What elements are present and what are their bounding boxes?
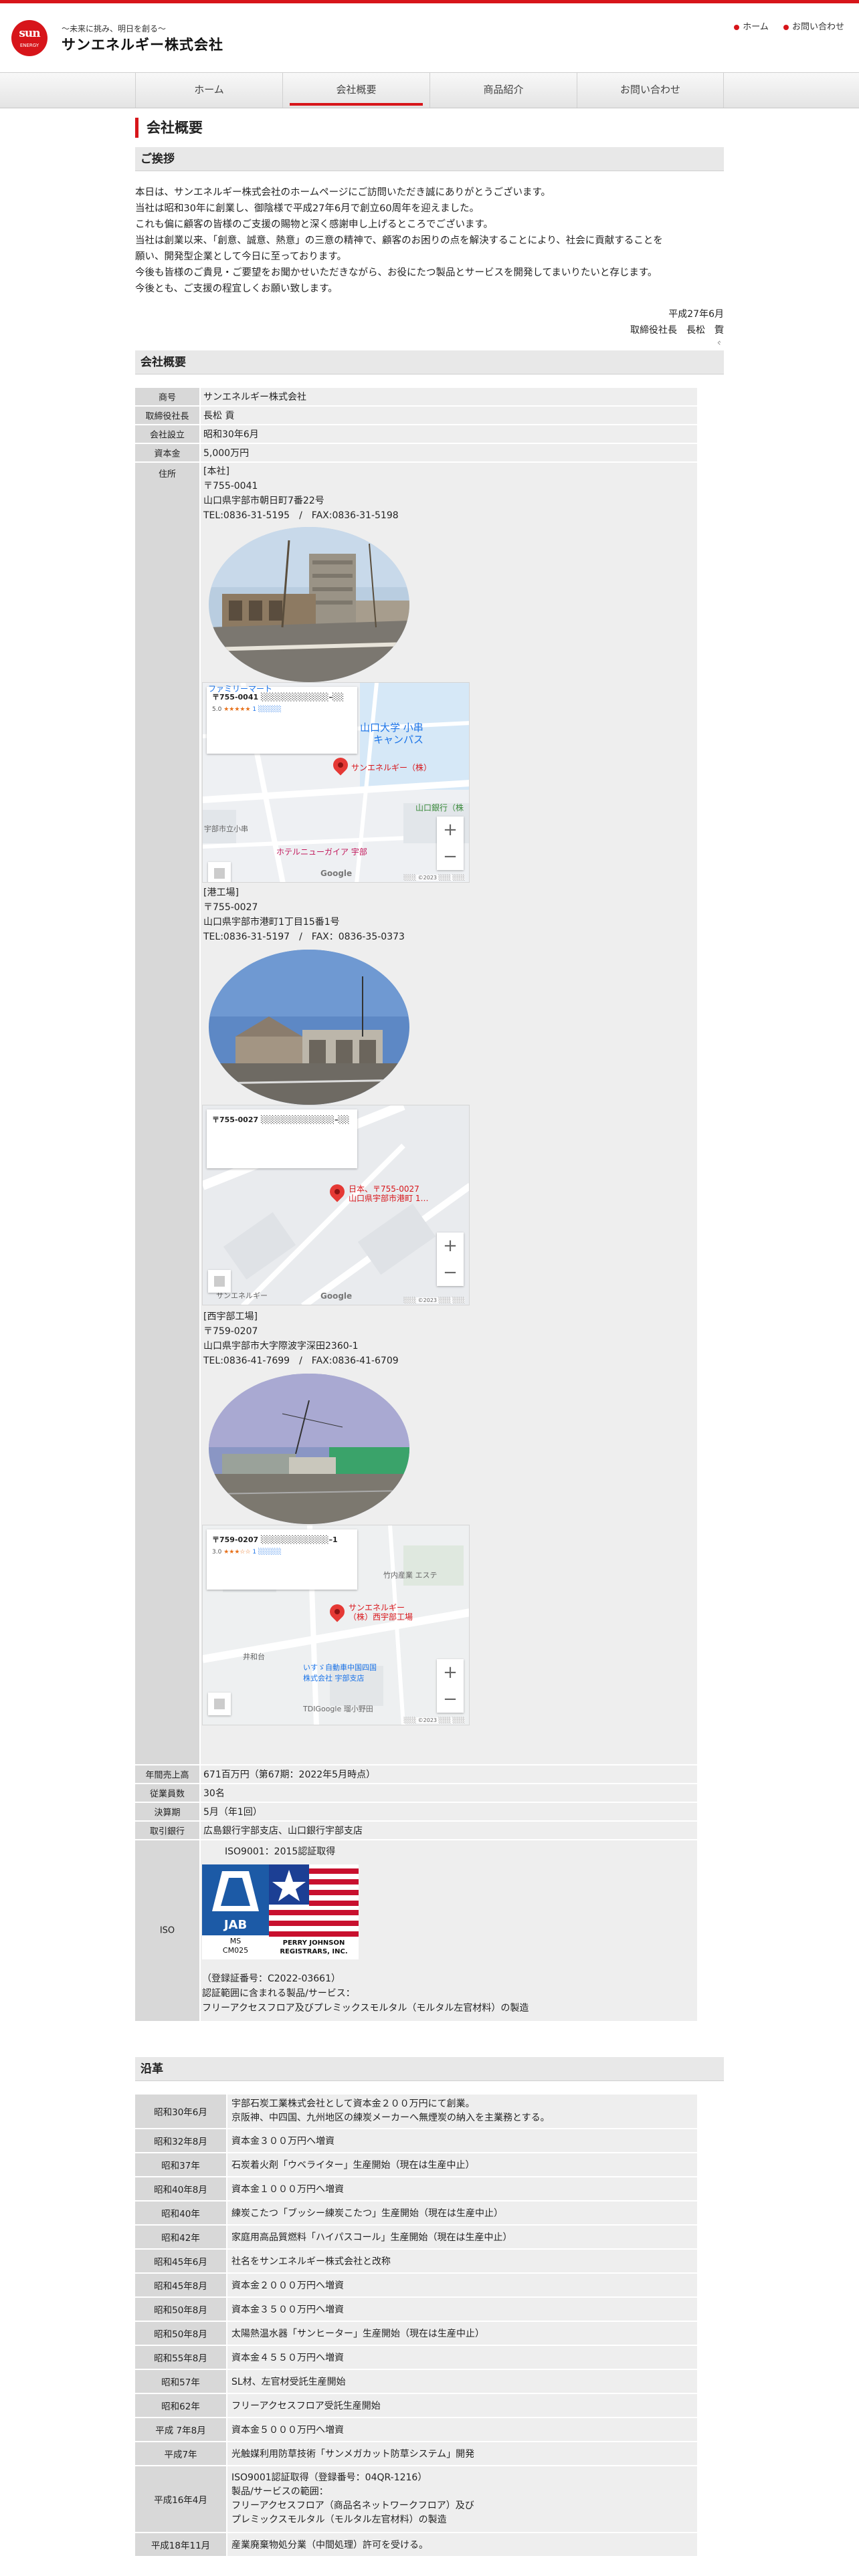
top-link-home[interactable]: ホーム	[734, 22, 769, 32]
table-row: 資本金 5,000万円	[135, 444, 697, 463]
nav-item-products[interactable]: 商品紹介	[430, 73, 577, 108]
location-head-office: [本社] 〒755-0041 山口県宇部市朝日町7番22号 TEL:0836-3…	[203, 466, 399, 521]
table-row: 昭和50年8月 資本金３５００万円へ増資	[135, 2298, 697, 2322]
company-name[interactable]: サンエネルギー株式会社	[62, 34, 223, 54]
google-logo: Google	[320, 869, 353, 878]
minato-factory-photo	[209, 950, 409, 1105]
bullet-icon	[783, 24, 789, 30]
greeting-line: 今後とも、ご支援の程宜しくお願い致します。	[135, 284, 338, 294]
zoom-in-icon[interactable]: +	[437, 1659, 464, 1686]
name-ruby: みつぐ	[714, 324, 724, 346]
zoom-in-icon[interactable]: +	[437, 817, 464, 843]
table-row: 平成18年11月 産業廃棄物処分業（中間処理）許可を受ける。	[135, 2533, 697, 2557]
iso-cert-text: ISO9001：2015認証取得	[225, 1846, 336, 1857]
zoom-in-icon[interactable]: +	[437, 1232, 464, 1259]
table-row: 取引銀行 広島銀行宇部支店、山口銀行宇部支店	[135, 1822, 697, 1840]
table-row: 昭和50年8月 太陽熱温水器「サンヒーター」生産開始（現在は生産中止）	[135, 2322, 697, 2346]
table-row-address: 住所 [本社] 〒755-0041 山口県宇部市朝日町7番22号 TEL:083…	[135, 463, 697, 1765]
table-row: 昭和37年 石炭着火剤「ウベライター」生産開始（現在は生産中止）	[135, 2153, 697, 2177]
history-heading: 沿革	[135, 2057, 724, 2081]
greeting-line: 当社は創業以来、「創意、誠意、熱意」の三意の精神で、顧客のお困りの点を解決するこ…	[135, 235, 663, 246]
table-row: 会社設立 昭和30年6月	[135, 425, 697, 444]
top-link-contact[interactable]: お問い合わせ	[783, 22, 844, 32]
map-zoom-control: + −	[437, 817, 464, 870]
nav-item-company[interactable]: 会社概要	[282, 73, 430, 108]
page-title: 会社概要	[135, 118, 724, 138]
table-row: 年間売上高 671百万円（第67期：2022年5月時点）	[135, 1765, 697, 1784]
nav-item-home[interactable]: ホーム	[135, 73, 282, 108]
zoom-out-icon[interactable]: −	[437, 1686, 464, 1713]
greeting-line: 本日は、サンエネルギー株式会社のホームページにご訪問いただき誠にありがとうござい…	[135, 187, 551, 198]
greeting-line: 今後も皆様のご貴見・ご要望をお聞かせいただきながら、お役にたつ製品とサービスを開…	[135, 267, 658, 278]
greeting-line: 当社は昭和30年に創業し、御陰様で平成27年6月で創立60周年を迎えました。	[135, 203, 480, 214]
table-row: 商号 サンエネルギー株式会社	[135, 388, 697, 407]
nav-item-contact[interactable]: お問い合わせ	[577, 73, 724, 108]
table-row: 昭和45年8月 資本金２０００万円へ増資	[135, 2274, 697, 2298]
company-logo[interactable]: sun ENERGY	[11, 20, 47, 56]
table-row: 昭和30年6月 宇部石炭工業株式会社として資本金２００万円にて創業。 京阪神、中四…	[135, 2095, 697, 2129]
signature: 平成27年6月 取締役社長 長松 みつぐ貢	[630, 306, 724, 346]
location-nishiube-factory: [西宇部工場] 〒759-0207 山口県宇部市大字際波字深田2360-1 TE…	[203, 1311, 399, 1366]
table-row: 昭和57年 SL材、左官材受託生産開始	[135, 2370, 697, 2394]
flag-mark-icon	[269, 1864, 359, 1939]
location-minato-factory: [港工場] 〒755-0027 山口県宇部市港町1丁目15番1号 TEL:083…	[203, 887, 405, 942]
map-zoom-control: + −	[437, 1659, 464, 1713]
table-row: 従業員数 30名	[135, 1784, 697, 1803]
factory-photo	[209, 950, 409, 1105]
table-row: 昭和40年 練炭こたつ「ブッシー練炭こたつ」生産開始（現在は生産中止）	[135, 2202, 697, 2226]
map-info-card: 〒755-0027 ░░░░░░░░░░░░░–░░	[207, 1109, 357, 1168]
table-row: 平成7年 光触媒利用防草技術「サンメガカット防草システム」開発	[135, 2442, 697, 2466]
map-info-card: 〒755-0041 ░░░░░░░░░░░░–░░ 5.0 ★★★★★ 1 ░░…	[207, 687, 357, 754]
jab-logo: JAB MS CM025	[202, 1864, 269, 1959]
site-header: sun ENERGY 〜未来に挑み、明日を創る〜 サンエネルギー株式会社 ホーム…	[0, 3, 859, 70]
rating-stars-icon: ★★★★★	[223, 706, 251, 713]
factory-photo	[209, 1374, 409, 1524]
table-row: 平成16年4月 ISO9001認証取得（登録番号：04QR-1216） 製品/サ…	[135, 2466, 697, 2533]
certification-logos: JAB MS CM025 PERRY JOHNSON REGISTRARS, I…	[202, 1864, 359, 1959]
map-copyright: ░░░ ©2023 ░░░ ░░░	[403, 1297, 465, 1303]
table-row: 決算期 5月（年1回）	[135, 1803, 697, 1822]
greeting-text: 本日は、サンエネルギー株式会社のホームページにご訪問いただき誠にありがとうござい…	[135, 185, 724, 297]
street-view-icon[interactable]	[208, 862, 231, 882]
table-row: 平成 7年8月 資本金５０００万円へ増資	[135, 2418, 697, 2442]
greeting-line: 願い、開発型企業として今日に至っております。	[135, 251, 347, 262]
overview-heading: 会社概要	[135, 350, 724, 374]
map-info-card: 〒759-0207 ░░░░░░░░░░░░–1 3.0 ★★★☆☆ 1 ░░░…	[207, 1529, 357, 1590]
top-utility-nav: ホーム お問い合わせ	[722, 19, 844, 32]
tagline: 〜未来に挑み、明日を創る〜	[62, 24, 167, 33]
minato-factory-map[interactable]: 〒755-0027 ░░░░░░░░░░░░░–░░ 日本、〒755-0027 …	[202, 1105, 470, 1305]
iso-details: （登録証番号：C2022-03661） 認証範囲に含まれる製品/サービス： フリ…	[202, 1973, 529, 2014]
table-row: 昭和62年 フリーアクセスフロア受託生産開始	[135, 2394, 697, 2418]
zoom-out-icon[interactable]: −	[437, 843, 464, 870]
street-view-icon[interactable]	[208, 1270, 231, 1293]
map-copyright: ░░░ ©2023 ░░░ ░░░	[403, 875, 465, 881]
google-logo: Google	[320, 1291, 353, 1301]
table-row-iso: ISO ISO9001：2015認証取得 JAB MS CM025 PERRY …	[135, 1840, 697, 2022]
building-photo	[209, 527, 409, 682]
street-view-icon[interactable]	[208, 1693, 231, 1715]
bullet-icon	[734, 24, 740, 30]
logo-subtext: ENERGY	[19, 43, 39, 48]
table-row: 取締役社長 長松 貢	[135, 407, 697, 425]
table-row: 昭和45年6月 社名をサンエネルギー株式会社と改称	[135, 2250, 697, 2274]
head-office-photo	[209, 527, 409, 682]
nishiube-factory-map[interactable]: 〒759-0207 ░░░░░░░░░░░░–1 3.0 ★★★☆☆ 1 ░░░…	[202, 1525, 470, 1725]
signature-date: 平成27年6月	[668, 309, 724, 320]
map-zoom-control: + −	[437, 1232, 464, 1286]
global-nav: ホーム 会社概要 商品紹介 お問い合わせ	[0, 72, 859, 108]
greeting-heading: ご挨拶	[135, 147, 724, 171]
table-row: 昭和55年8月 資本金４５５０万円へ増資	[135, 2346, 697, 2370]
greeting-line: これも偏に顧客の皆様のご支援の賜物と深く感謝申し上げるところでございます。	[135, 219, 494, 230]
logo-text: sun	[19, 27, 40, 40]
table-row: 昭和40年8月 資本金１０００万円へ増資	[135, 2177, 697, 2202]
nishiube-factory-photo	[209, 1374, 409, 1524]
perry-johnson-logo: PERRY JOHNSON REGISTRARS, INC.	[269, 1864, 359, 1959]
zoom-out-icon[interactable]: −	[437, 1259, 464, 1286]
map-copyright: ░░░ ©2023 ░░░ ░░░	[403, 1717, 465, 1723]
table-row: 昭和42年 家庭用高品質燃料「ハイパスコール」生産開始（現在は生産中止）	[135, 2226, 697, 2250]
rating-stars-icon: ★★★☆☆	[223, 1549, 251, 1555]
table-row: 昭和32年8月 資本金３００万円へ増資	[135, 2129, 697, 2153]
head-office-map[interactable]: 〒755-0041 ░░░░░░░░░░░░–░░ 5.0 ★★★★★ 1 ░░…	[202, 682, 470, 883]
signature-name: 取締役社長 長松 みつぐ貢	[630, 322, 724, 346]
